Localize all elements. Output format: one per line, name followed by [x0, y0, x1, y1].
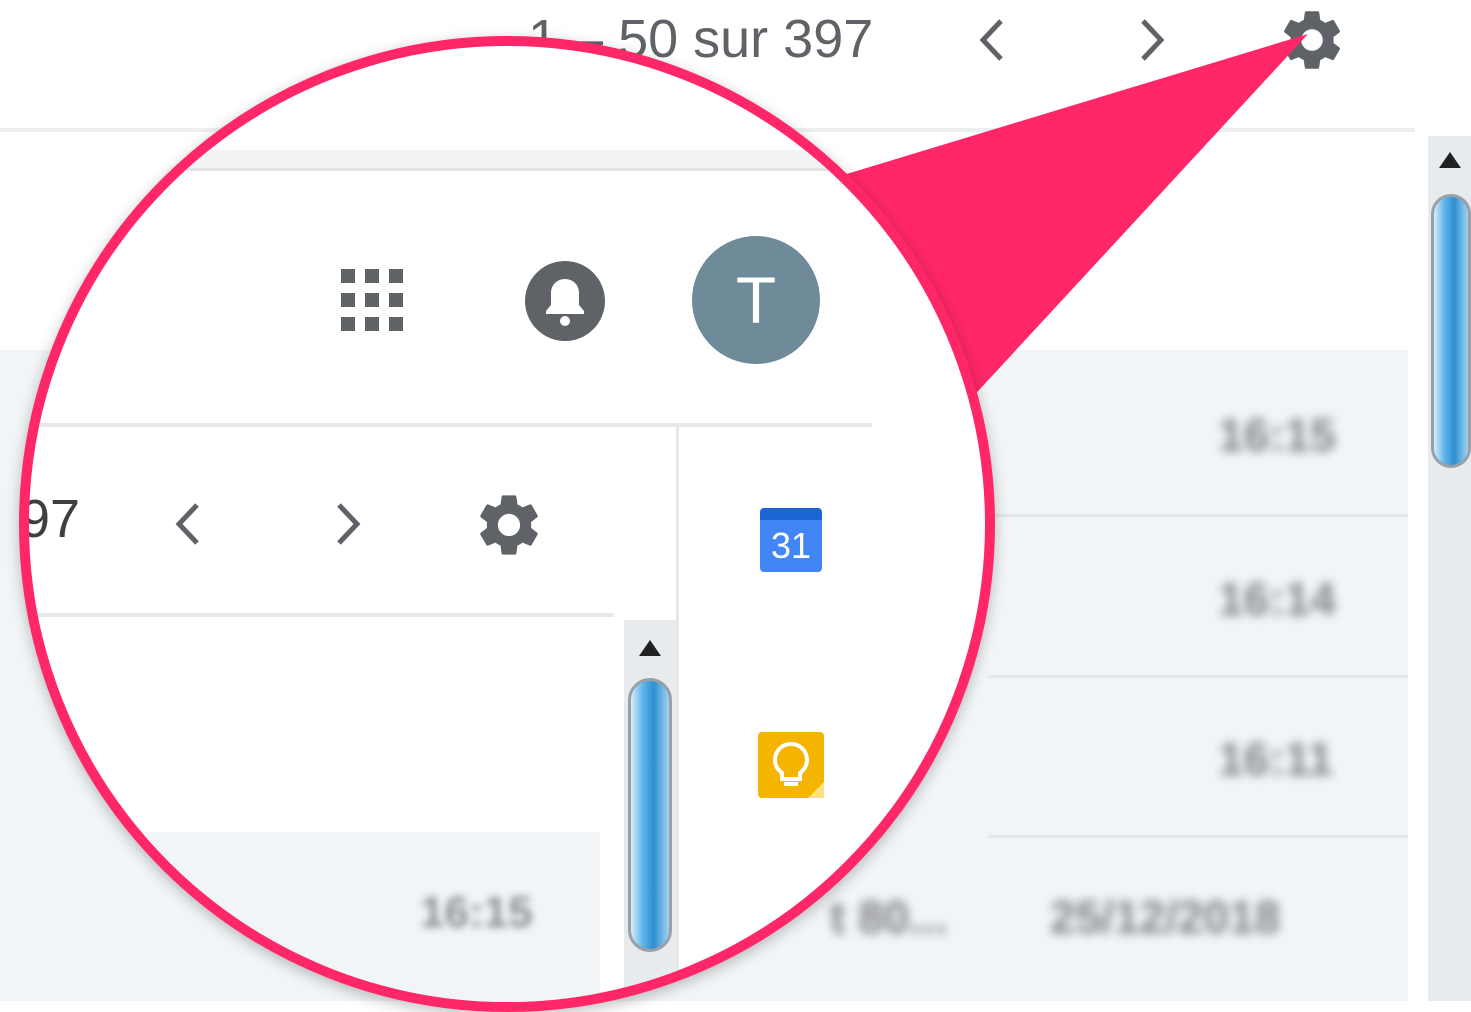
pagination-count: 97 — [20, 489, 81, 549]
avatar-letter: T — [735, 263, 777, 337]
apps-grid-icon[interactable] — [334, 262, 410, 338]
chevron-left-icon[interactable] — [166, 494, 210, 554]
scroll-up-arrow-icon[interactable] — [639, 640, 661, 656]
pagination-divider — [29, 613, 614, 617]
scrollbar-thumb[interactable] — [628, 678, 672, 952]
header-divider — [29, 168, 860, 171]
bell-icon[interactable] — [520, 256, 610, 346]
keep-lightbulb-icon[interactable] — [758, 732, 824, 798]
calendar-icon[interactable]: 31 — [760, 508, 822, 572]
email-sender: ve répon — [24, 888, 184, 937]
scrollbar[interactable] — [624, 620, 676, 1000]
email-time: 16:15 — [420, 888, 533, 937]
calendar-day: 31 — [760, 520, 822, 572]
toolbar-divider — [29, 423, 872, 427]
gear-icon[interactable] — [470, 486, 548, 564]
magnifier-callout: ption T 97 — [19, 36, 995, 1012]
avatar[interactable]: T — [692, 236, 820, 364]
chevron-right-icon[interactable] — [326, 494, 370, 554]
side-panel-divider — [676, 427, 679, 1000]
header-gap — [29, 150, 840, 168]
